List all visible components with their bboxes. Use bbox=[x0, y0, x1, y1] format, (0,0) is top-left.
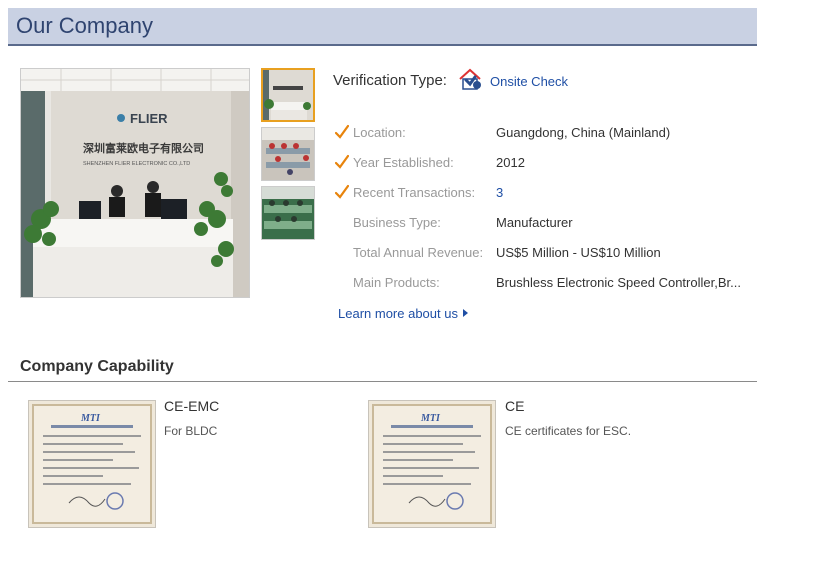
detail-label: Business Type: bbox=[353, 215, 441, 230]
thumbnail-2-image bbox=[262, 128, 314, 180]
certificate-image-2[interactable]: MTI bbox=[368, 400, 496, 528]
certificate-logo-text: MTI bbox=[80, 413, 101, 424]
detail-label: Recent Transactions: bbox=[353, 185, 476, 200]
section-title: Our Company bbox=[16, 13, 153, 38]
onsite-check-icon bbox=[457, 68, 483, 92]
onsite-check-link[interactable]: Onsite Check bbox=[490, 74, 568, 89]
section-header: Our Company bbox=[8, 8, 757, 46]
learn-more-label: Learn more about us bbox=[338, 306, 458, 321]
photo-logo-text: FLIER bbox=[130, 111, 168, 126]
transactions-link[interactable]: 3 bbox=[496, 185, 503, 200]
certificate-logo-text: MTI bbox=[420, 413, 441, 424]
detail-value: Brushless Electronic Speed Controller,Br… bbox=[496, 275, 741, 290]
photo-company-en: SHENZHEN FLIER ELECTRONIC CO.,LTD bbox=[83, 161, 190, 167]
chevron-right-icon bbox=[462, 309, 468, 317]
thumbnail-3[interactable] bbox=[261, 186, 315, 240]
thumbnail-1[interactable] bbox=[261, 68, 315, 122]
thumbnail-2[interactable] bbox=[261, 127, 315, 181]
office-reception-image: FLIER 深圳富莱欧电子有限公司 SHENZHEN FLIER ELECTRO… bbox=[21, 69, 249, 297]
detail-label: Main Products: bbox=[353, 275, 440, 290]
certificate-desc-2: CE certificates for ESC. bbox=[505, 424, 632, 438]
company-main-photo[interactable]: FLIER 深圳富莱欧电子有限公司 SHENZHEN FLIER ELECTRO… bbox=[20, 68, 250, 298]
detail-value: Manufacturer bbox=[496, 215, 573, 230]
capability-title: Company Capability bbox=[20, 358, 174, 375]
detail-label: Total Annual Revenue: bbox=[353, 245, 484, 260]
certificate-title-1: CE-EMC bbox=[164, 398, 220, 414]
check-icon bbox=[334, 124, 350, 140]
certificate-doc-icon: MTI bbox=[372, 404, 492, 524]
check-icon bbox=[334, 154, 350, 170]
detail-value: US$5 Million - US$10 Million bbox=[496, 245, 661, 260]
learn-more-link[interactable]: Learn more about us bbox=[338, 306, 468, 321]
detail-value: 2012 bbox=[496, 155, 525, 170]
verification-label: Verification Type: bbox=[333, 72, 447, 89]
certificate-image-1[interactable]: MTI bbox=[28, 400, 156, 528]
capability-divider bbox=[8, 381, 757, 382]
detail-value: Guangdong, China (Mainland) bbox=[496, 125, 671, 140]
our-company-panel: Our Company FLIER 深圳富莱欧电子有限公司 SHENZHEN F… bbox=[8, 8, 757, 548]
photo-company-cn: 深圳富莱欧电子有限公司 bbox=[83, 141, 204, 155]
check-icon bbox=[334, 184, 350, 200]
certificate-desc-1: For BLDC bbox=[164, 424, 218, 438]
certificate-doc-icon: MTI bbox=[32, 404, 152, 524]
detail-label: Year Established: bbox=[353, 155, 454, 170]
thumbnail-3-image bbox=[262, 187, 314, 239]
detail-label: Location: bbox=[353, 125, 406, 140]
thumbnail-1-image bbox=[263, 70, 313, 120]
certificate-title-2: CE bbox=[505, 398, 525, 414]
